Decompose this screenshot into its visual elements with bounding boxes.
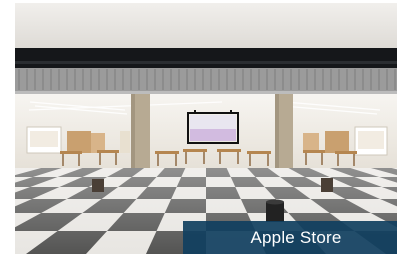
caption-text: Apple Store: [250, 227, 342, 247]
store-photo-card: Apple Store: [0, 0, 397, 254]
caption-bar: Apple Store: [183, 221, 397, 254]
store-photo: [15, 3, 397, 254]
store-photo-illustration: [15, 3, 397, 254]
